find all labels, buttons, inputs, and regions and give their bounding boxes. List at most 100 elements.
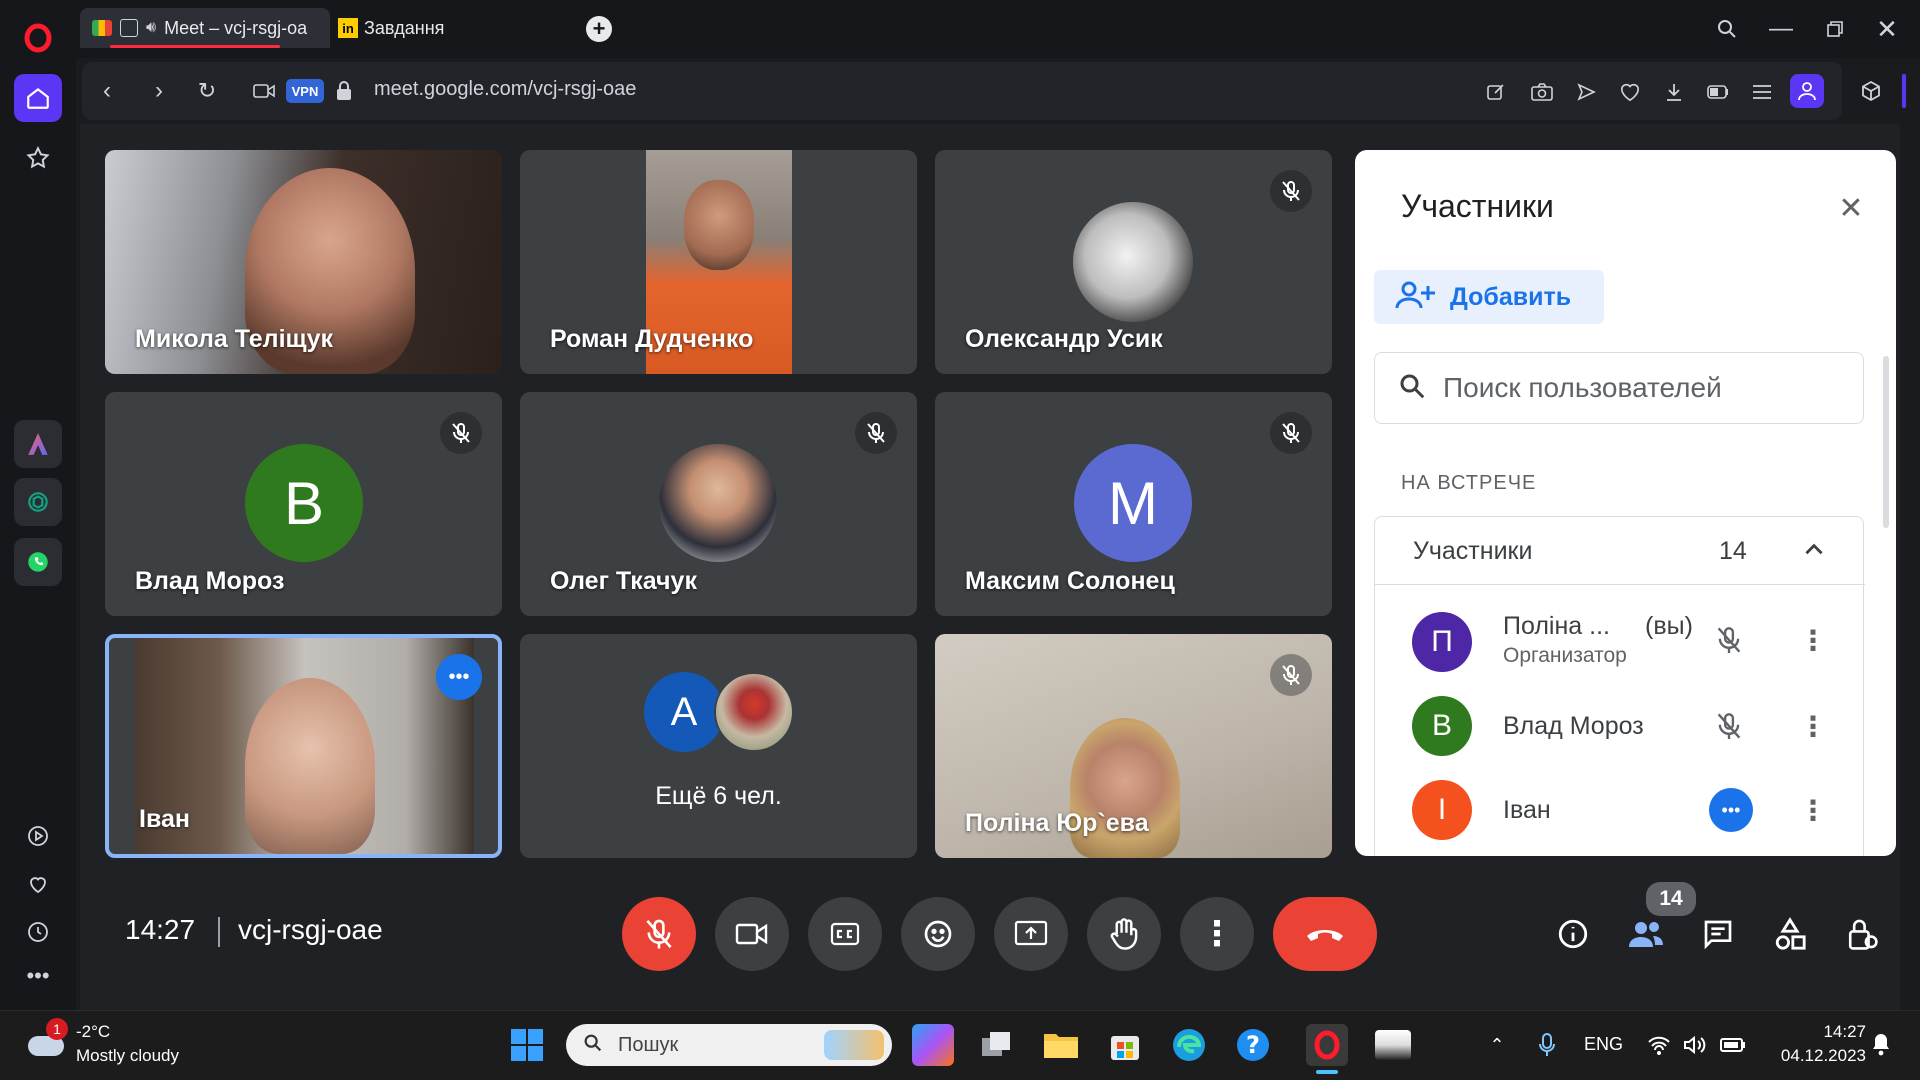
mic-toggle-button[interactable]	[622, 897, 696, 971]
group-header[interactable]: Участники 14	[1375, 517, 1865, 585]
participant-search-input[interactable]: Поиск пользователей	[1374, 352, 1864, 424]
help-icon[interactable]: ?	[1232, 1024, 1274, 1066]
task-view-icon[interactable]	[976, 1024, 1018, 1066]
clock-date[interactable]: 04.12.2023	[1766, 1046, 1866, 1066]
send-icon[interactable]	[1572, 78, 1600, 106]
taskbar-search[interactable]: Пошук	[566, 1024, 892, 1066]
mic-off-icon	[855, 412, 897, 454]
participant-avatar: В	[1412, 696, 1472, 756]
edit-icon[interactable]	[1482, 78, 1510, 106]
close-window-icon[interactable]: ✕	[1872, 14, 1902, 44]
taskbar	[0, 1010, 1920, 1080]
participant-name: Роман Дудченко	[550, 325, 754, 353]
minimize-icon[interactable]: —	[1766, 14, 1796, 44]
extensions-cube-icon[interactable]	[1854, 74, 1888, 108]
home-icon[interactable]	[14, 74, 62, 122]
browser-sidebar: •••	[0, 0, 76, 1010]
reload-icon[interactable]: ↻	[192, 76, 222, 106]
add-people-button[interactable]: Добавить	[1374, 270, 1604, 324]
volume-icon[interactable]	[1680, 1030, 1710, 1060]
chevron-up-icon[interactable]	[1801, 537, 1827, 568]
asphalt-game-icon[interactable]	[1372, 1024, 1414, 1066]
battery-saver-icon[interactable]	[1704, 78, 1732, 106]
tab-active-indicator	[110, 45, 280, 48]
host-controls-icon[interactable]	[1838, 910, 1886, 958]
restore-icon[interactable]	[1820, 14, 1850, 44]
player-icon[interactable]	[14, 812, 62, 860]
forward-icon[interactable]: ›	[144, 76, 174, 106]
activities-icon[interactable]	[1766, 910, 1814, 958]
chatgpt-icon[interactable]	[14, 478, 62, 526]
captions-button[interactable]	[808, 897, 882, 971]
back-icon[interactable]: ‹	[92, 76, 122, 106]
present-screen-button[interactable]	[994, 897, 1068, 971]
history-icon[interactable]	[14, 908, 62, 956]
microphone-icon[interactable]	[1534, 1030, 1560, 1060]
reactions-button[interactable]	[901, 897, 975, 971]
store-icon[interactable]	[1104, 1024, 1146, 1066]
more-options-button[interactable]: ⋮	[1180, 897, 1254, 971]
heart-icon[interactable]	[14, 860, 62, 908]
video-tile[interactable]: Роман Дудченко	[520, 150, 917, 374]
participant-name: Влад Мороз	[135, 567, 285, 595]
video-tile[interactable]: Поліна Юр`ева	[935, 634, 1332, 858]
snapshot-icon[interactable]	[1528, 78, 1556, 106]
close-panel-icon[interactable]: ✕	[1833, 190, 1869, 226]
tab-meet[interactable]: 🔊︎ Meet – vcj-rsgj-oa	[80, 8, 330, 48]
panel-title: Участники	[1401, 188, 1554, 224]
divider	[218, 917, 220, 947]
clock-time[interactable]: 14:27	[1766, 1022, 1866, 1042]
url-field[interactable]: meet.google.com/vcj-rsgj-oae	[374, 78, 636, 101]
profile-icon[interactable]	[1790, 74, 1824, 108]
video-tile[interactable]: Олег Ткачук	[520, 392, 917, 616]
edge-icon[interactable]	[1168, 1024, 1210, 1066]
participant-avatar	[1073, 202, 1193, 322]
pip-icon[interactable]	[120, 19, 138, 37]
participant-avatar	[714, 672, 794, 752]
more-options-icon[interactable]: ⋮	[1793, 704, 1833, 748]
camera-permission-icon[interactable]	[250, 78, 278, 104]
download-icon[interactable]	[1660, 78, 1688, 106]
others-tile[interactable]: А Ещё 6 чел.	[520, 634, 917, 858]
search-placeholder: Поиск пользователей	[1443, 372, 1722, 403]
lock-icon[interactable]	[332, 78, 356, 104]
chat-icon[interactable]	[1694, 910, 1742, 958]
raise-hand-button[interactable]	[1087, 897, 1161, 971]
video-tile[interactable]: М Максим Солонец	[935, 392, 1332, 616]
easy-setup-icon[interactable]	[1748, 78, 1776, 106]
meet-favicon-icon	[92, 20, 112, 36]
video-tile[interactable]: Микола Теліщук	[105, 150, 502, 374]
file-explorer-icon[interactable]	[1040, 1024, 1082, 1066]
more-icon[interactable]: •••	[14, 952, 62, 1000]
speaker-icon[interactable]: 🔊︎	[146, 19, 156, 37]
video-tile[interactable]: Олександр Усик	[935, 150, 1332, 374]
more-options-icon[interactable]: ⋮	[1793, 618, 1833, 662]
notification-bell-icon[interactable]	[1866, 1028, 1896, 1060]
language-indicator[interactable]: ENG	[1584, 1034, 1623, 1055]
speaking-indicator-icon: •••	[1709, 788, 1753, 832]
video-tile[interactable]: ••• Іван	[105, 634, 502, 858]
favorite-icon[interactable]	[1616, 78, 1644, 106]
leave-call-button[interactable]	[1273, 897, 1377, 971]
weather-widget[interactable]: 1 -2°C Mostly cloudy	[24, 1018, 204, 1074]
wifi-icon[interactable]	[1644, 1030, 1674, 1060]
panel-scrollbar[interactable]	[1883, 356, 1889, 528]
windows-start-icon[interactable]	[506, 1024, 548, 1066]
new-tab-icon[interactable]: +	[586, 16, 612, 42]
copilot-icon[interactable]	[912, 1024, 954, 1066]
chevron-up-icon[interactable]: ⌃	[1484, 1032, 1510, 1058]
camera-toggle-button[interactable]	[715, 897, 789, 971]
opera-logo-icon[interactable]	[14, 14, 62, 62]
search-tabs-icon[interactable]	[1712, 14, 1742, 44]
battery-icon[interactable]	[1718, 1030, 1748, 1060]
whatsapp-icon[interactable]	[14, 538, 62, 586]
people-icon[interactable]	[1622, 910, 1670, 958]
vpn-badge[interactable]: VPN	[286, 79, 324, 103]
more-options-icon[interactable]: ⋮	[1793, 788, 1833, 832]
tab-tasks[interactable]: in Завдання	[338, 8, 444, 48]
opera-taskbar-icon[interactable]	[1306, 1024, 1348, 1066]
meeting-info-icon[interactable]	[1549, 910, 1597, 958]
star-icon[interactable]	[14, 134, 62, 182]
aria-icon[interactable]	[14, 420, 62, 468]
video-tile[interactable]: В Влад Мороз	[105, 392, 502, 616]
